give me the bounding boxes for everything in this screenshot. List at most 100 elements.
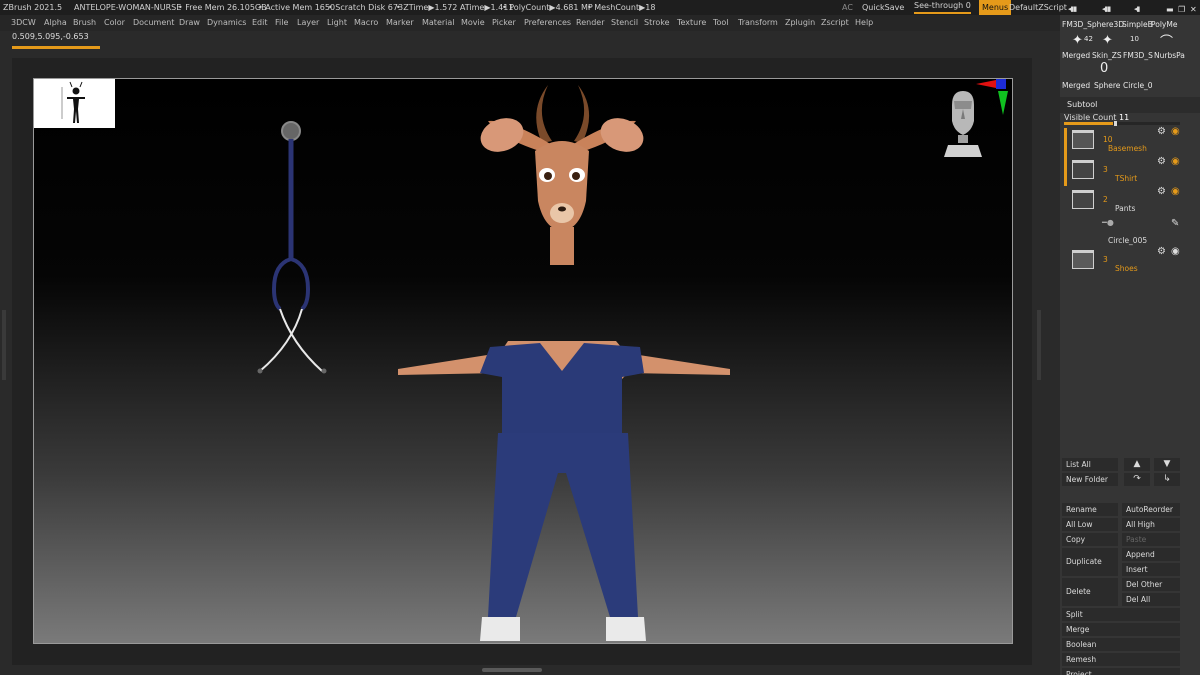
subtool-name: Shoes	[1115, 264, 1138, 273]
menu-material[interactable]: Material	[422, 15, 455, 31]
gear-icon[interactable]: ⚙	[1157, 186, 1166, 197]
gear-icon[interactable]: ⚙	[1157, 126, 1166, 137]
auto-reorder-button[interactable]: AutoReorder	[1122, 503, 1180, 516]
subtool-count: 2	[1103, 195, 1108, 204]
menu-file[interactable]: File	[275, 15, 288, 31]
menu-zscript[interactable]: Zscript	[821, 15, 849, 31]
coordinate-bar	[12, 46, 100, 49]
duplicate-button[interactable]: Duplicate	[1062, 548, 1118, 576]
append-button[interactable]: Append	[1122, 548, 1180, 561]
bottom-tray-handle[interactable]	[482, 668, 542, 672]
gear-icon[interactable]: ⚙	[1157, 156, 1166, 167]
tool-skin-zs[interactable]: Skin_ZS	[1092, 51, 1122, 60]
right-tray-handle[interactable]	[1037, 310, 1041, 380]
menus-button[interactable]: Menus	[979, 0, 1012, 15]
menu-help[interactable]: Help	[855, 15, 873, 31]
menu-alpha[interactable]: Alpha	[44, 15, 67, 31]
paint-icon[interactable]: ✎	[1171, 218, 1179, 229]
eye-icon[interactable]: ◉	[1171, 246, 1180, 257]
subtool-row-basemesh[interactable]: 10 Basemesh ⚙ ◉	[1072, 126, 1182, 158]
redo-icon[interactable]: ↷	[1124, 473, 1150, 486]
all-low-button[interactable]: All Low	[1062, 518, 1118, 531]
subtool-row-shoes[interactable]: 3 Shoes ⚙ ◉	[1072, 246, 1182, 278]
menu-3dcw[interactable]: 3DCW	[11, 15, 36, 31]
merge-button[interactable]: Merge	[1062, 623, 1180, 636]
insert-button[interactable]: Insert	[1122, 563, 1180, 576]
subtool-row-pants[interactable]: 2 Pants ⚙ ◉	[1072, 186, 1182, 218]
thumbnail-preview[interactable]	[34, 79, 115, 128]
project-button[interactable]: Project	[1062, 668, 1180, 675]
paste-button[interactable]: Paste	[1122, 533, 1180, 546]
menu-brush[interactable]: Brush	[73, 15, 96, 31]
list-all-button[interactable]: List All	[1062, 458, 1118, 471]
see-through-slider[interactable]: See-through 0	[914, 0, 971, 14]
menu-edit[interactable]: Edit	[252, 15, 268, 31]
copy-button[interactable]: Copy	[1062, 533, 1118, 546]
eye-icon[interactable]: ◉	[1171, 126, 1180, 137]
rename-button[interactable]: Rename	[1062, 503, 1118, 516]
menu-draw[interactable]: Draw	[179, 15, 200, 31]
menu-picker[interactable]: Picker	[492, 15, 516, 31]
tool-palette: FM3D_Sphere3D SimpleB PolyMe ✦ 42 ✦ 10 ⌒…	[1060, 15, 1200, 93]
del-all-button[interactable]: Del All	[1122, 593, 1180, 606]
boolean-button[interactable]: Boolean	[1062, 638, 1180, 651]
visible-count-knob[interactable]	[1114, 121, 1117, 126]
tool-nurbspa[interactable]: NurbsPa	[1154, 51, 1185, 60]
menu-macro[interactable]: Macro	[354, 15, 378, 31]
menu-tool[interactable]: Tool	[713, 15, 729, 31]
polycount: • PolyCount▶4.681 MP	[502, 3, 593, 12]
visible-count[interactable]: Visible Count 11	[1064, 113, 1129, 122]
menu-render[interactable]: Render	[576, 15, 604, 31]
menu-document[interactable]: Document	[133, 15, 174, 31]
menu-light[interactable]: Light	[327, 15, 347, 31]
menu-dynamics[interactable]: Dynamics	[207, 15, 246, 31]
tool-count: 10	[1130, 35, 1139, 43]
return-icon[interactable]: ↳	[1154, 473, 1180, 486]
tool-circle[interactable]: Circle_0	[1123, 81, 1153, 90]
subtool-row-tshirt[interactable]: 3 TShirt ⚙ ◉	[1072, 156, 1182, 188]
gear-icon[interactable]: ⚙	[1157, 246, 1166, 257]
tool-polyme[interactable]: PolyMe	[1151, 20, 1177, 29]
subtool-toggle-icon[interactable]: ━●	[1102, 218, 1114, 227]
tool-fm3d-sphere[interactable]: FM3D_Sphere3D	[1062, 20, 1124, 29]
arrow-down-icon[interactable]: ▼	[1154, 458, 1180, 471]
subtool-row-circle[interactable]: ━● ✎ Circle_005	[1072, 218, 1182, 245]
menu-stencil[interactable]: Stencil	[611, 15, 638, 31]
eye-icon[interactable]: ◉	[1171, 156, 1180, 167]
subtool-name: TShirt	[1115, 174, 1138, 183]
folder-icon	[1072, 160, 1094, 179]
menu-zplugin[interactable]: Zplugin	[785, 15, 815, 31]
visible-count-slider[interactable]	[1064, 121, 1180, 126]
document-canvas[interactable]	[33, 78, 1013, 644]
menu-color[interactable]: Color	[104, 15, 125, 31]
remesh-button[interactable]: Remesh	[1062, 653, 1180, 666]
tool-simpleb[interactable]: SimpleB	[1122, 20, 1153, 29]
all-high-button[interactable]: All High	[1122, 518, 1180, 531]
menu-stroke[interactable]: Stroke	[644, 15, 670, 31]
menu-layer[interactable]: Layer	[297, 15, 319, 31]
del-other-button[interactable]: Del Other	[1122, 578, 1180, 591]
left-tray-handle[interactable]	[2, 310, 6, 380]
tool-merged-2[interactable]: Merged	[1062, 81, 1090, 90]
nurbs-tool-icon[interactable]: ⌒	[1160, 31, 1173, 50]
arrow-up-icon[interactable]: ▲	[1124, 458, 1150, 471]
merged-tool-icon[interactable]: ✦	[1072, 33, 1083, 48]
quicksave-button[interactable]: QuickSave	[862, 0, 904, 15]
navigation-head-icon[interactable]	[942, 91, 984, 157]
menu-transform[interactable]: Transform	[738, 15, 778, 31]
tool-sphere[interactable]: Sphere	[1094, 81, 1120, 90]
split-button[interactable]: Split	[1062, 608, 1180, 621]
tool-fm3d-s[interactable]: FM3D_S	[1123, 51, 1153, 60]
menu-texture[interactable]: Texture	[677, 15, 706, 31]
menu-movie[interactable]: Movie	[461, 15, 485, 31]
tool-merged[interactable]: Merged	[1062, 51, 1090, 60]
delete-button[interactable]: Delete	[1062, 578, 1118, 606]
eye-icon[interactable]: ◉	[1171, 186, 1180, 197]
menu-preferences[interactable]: Preferences	[524, 15, 571, 31]
new-folder-button[interactable]: New Folder	[1062, 473, 1118, 486]
subtool-header[interactable]: Subtool	[1060, 97, 1200, 113]
skin-tool-icon[interactable]: ✦	[1102, 33, 1113, 48]
circle-tool-icon[interactable]: 0	[1100, 61, 1108, 76]
menu-marker[interactable]: Marker	[386, 15, 414, 31]
app-name: ZBrush 2021.5	[3, 3, 63, 12]
